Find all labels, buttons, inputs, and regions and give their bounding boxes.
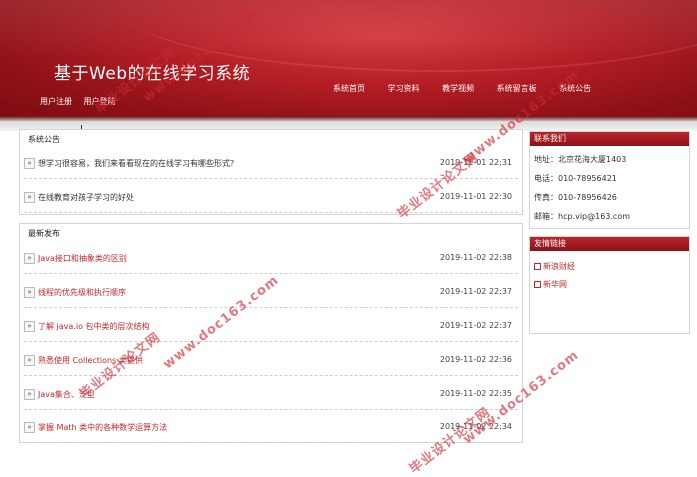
friend-link[interactable]: 新浪财经 [534, 261, 575, 272]
announcements-title: 系统公告 [28, 135, 60, 144]
double-arrow-icon: » [24, 355, 35, 366]
list-item[interactable]: » 了解 java.io 包中类的层次结构 2019-11-02 22:37 [24, 308, 518, 342]
nav-home[interactable]: 系统首页 [333, 84, 365, 93]
friend-link-label[interactable]: 新华网 [543, 280, 567, 289]
double-arrow-icon: » [24, 422, 35, 433]
contact-title: 联系我们 [530, 132, 689, 146]
contact-fax: 传真：010-78956426 [534, 193, 617, 202]
list-item[interactable]: » Java接口和抽象类的区别 2019-11-02 22:38 [24, 240, 518, 274]
article-date: 2019-11-02 22:37 [439, 321, 512, 330]
friend-link-label[interactable]: 新浪财经 [543, 262, 575, 271]
double-arrow-icon: » [24, 253, 35, 264]
double-arrow-icon: » [24, 158, 35, 169]
article-date: 2019-11-02 22:36 [439, 355, 512, 364]
article-link[interactable]: 线程的优先级和执行顺序 [38, 287, 126, 298]
nav-videos[interactable]: 教学视频 [442, 84, 474, 93]
link-square-icon [534, 263, 541, 270]
nav-guestbook[interactable]: 系统留言板 [497, 84, 537, 93]
double-arrow-icon: » [24, 389, 35, 400]
double-arrow-icon: » [24, 192, 35, 203]
double-arrow-icon: » [24, 287, 35, 298]
links-box: 友情链接 新浪财经 新华网 [529, 236, 690, 334]
nav-materials[interactable]: 学习资料 [388, 84, 420, 93]
announcement-date: 2019-11-01 22:30 [439, 192, 512, 201]
contact-email: 邮箱：hcp.vip@163.com [534, 212, 631, 221]
article-date: 2019-11-02 22:37 [439, 287, 512, 296]
friend-link[interactable]: 新华网 [534, 279, 567, 290]
contact-box: 联系我们 地址：北京花海大厦1403 电话：010-78956421 传真：01… [529, 131, 690, 229]
announcement-link[interactable]: 在线教育对孩子学习的好处 [38, 192, 134, 203]
article-link[interactable]: Java接口和抽象类的区别 [38, 253, 127, 264]
article-date: 2019-11-02 22:35 [439, 389, 512, 398]
article-link[interactable]: 掌握 Math 类中的各种数学运算方法 [38, 422, 167, 433]
double-arrow-icon: » [24, 321, 35, 332]
latest-panel: 最新发布 » Java接口和抽象类的区别 2019-11-02 22:38 » … [19, 223, 523, 443]
register-link[interactable]: 用户注册 [40, 97, 72, 106]
link-square-icon [534, 281, 541, 288]
announcement-link[interactable]: 想学习很容易，我们来看看现在的在线学习有哪些形式？ [38, 158, 238, 169]
latest-title: 最新发布 [28, 229, 60, 238]
article-link[interactable]: 了解 java.io 包中类的层次结构 [38, 321, 150, 332]
links-title: 友情链接 [530, 237, 689, 251]
contact-phone: 电话：010-78956421 [534, 174, 617, 183]
article-date: 2019-11-02 22:38 [439, 253, 512, 262]
contact-address: 地址：北京花海大厦1403 [534, 155, 627, 164]
